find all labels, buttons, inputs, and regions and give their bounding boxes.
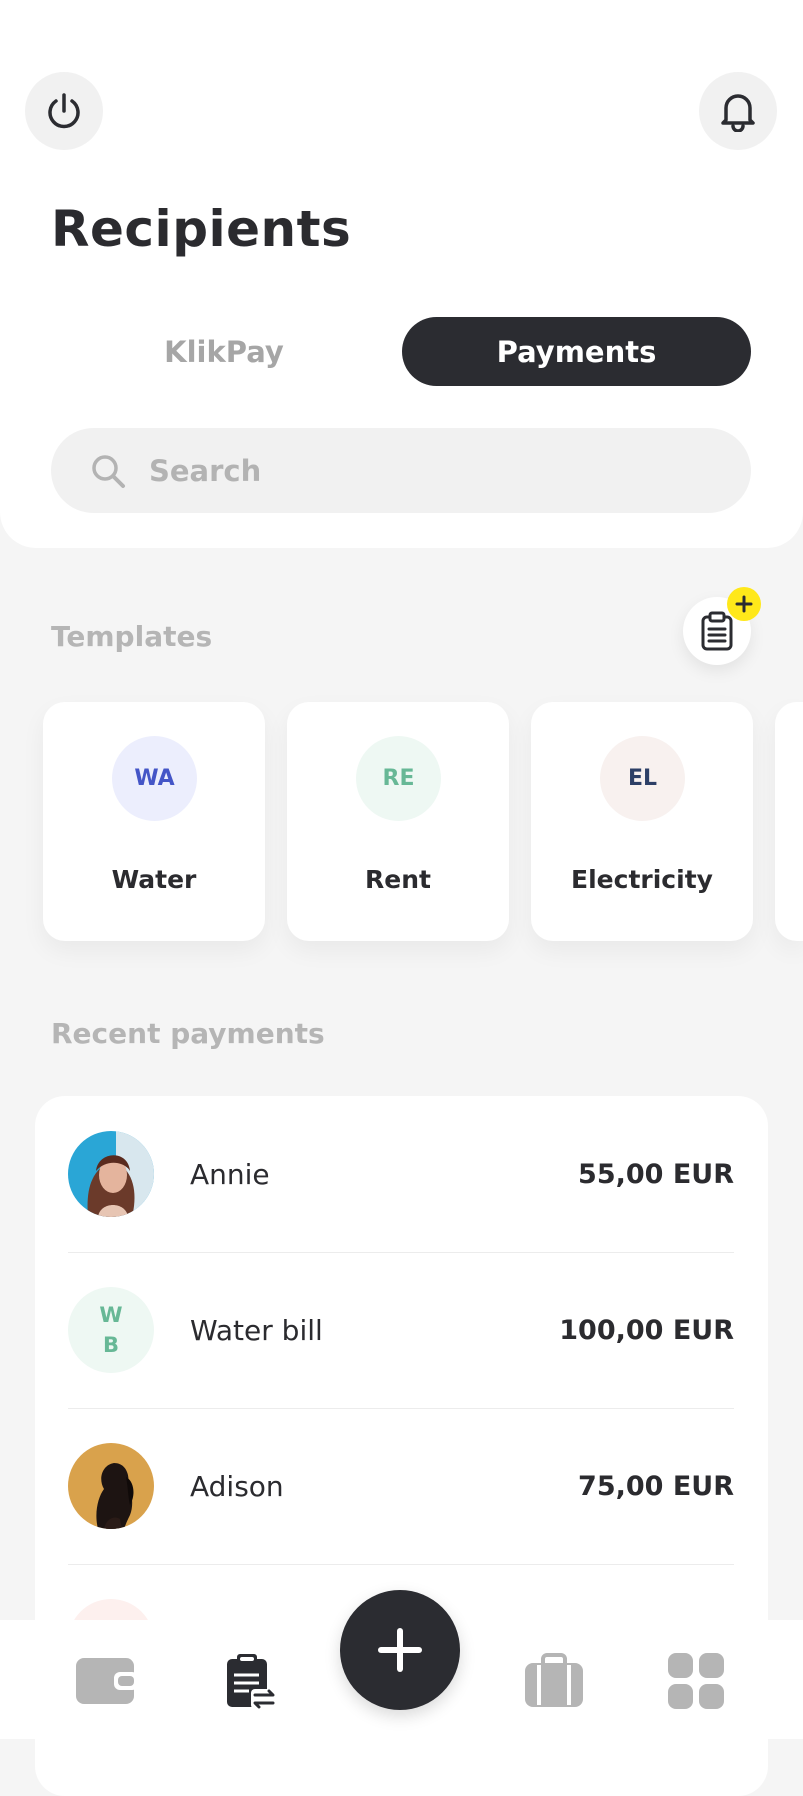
avatar-initial: W bbox=[99, 1303, 123, 1327]
template-avatar: WA bbox=[112, 736, 197, 821]
add-template-button[interactable] bbox=[683, 587, 761, 665]
payment-amount: 55,00 EUR bbox=[578, 1158, 734, 1190]
plus-badge bbox=[727, 587, 761, 621]
add-icon bbox=[378, 1628, 422, 1672]
payment-amount: 100,00 EUR bbox=[559, 1314, 734, 1346]
tab-klikpay[interactable]: KlikPay bbox=[52, 317, 396, 386]
avatar-initial: B bbox=[102, 1333, 119, 1357]
templates-title: Templates bbox=[51, 620, 213, 653]
recipient-name: Annie bbox=[190, 1157, 270, 1191]
payment-row-annie[interactable]: Annie 55,00 EUR bbox=[68, 1096, 734, 1253]
avatar bbox=[68, 1131, 154, 1217]
page-title: Recipients bbox=[51, 200, 352, 258]
power-icon bbox=[48, 93, 80, 129]
nav-briefcase[interactable] bbox=[519, 1646, 589, 1716]
payment-row-water-bill[interactable]: W B Water bill 100,00 EUR bbox=[68, 1252, 734, 1409]
template-card-electricity[interactable]: EL Electricity bbox=[531, 702, 753, 941]
payment-row-adison[interactable]: Adison 75,00 EUR bbox=[68, 1408, 734, 1565]
search-input[interactable] bbox=[147, 452, 711, 489]
tab-payments[interactable]: Payments bbox=[402, 317, 751, 386]
template-avatar: EL bbox=[600, 736, 685, 821]
clipboard-icon bbox=[701, 611, 733, 651]
nav-wallet[interactable] bbox=[72, 1646, 142, 1716]
template-avatar: RE bbox=[356, 736, 441, 821]
template-card-water[interactable]: WA Water bbox=[43, 702, 265, 941]
power-button[interactable] bbox=[25, 72, 103, 150]
avatar bbox=[68, 1443, 154, 1529]
template-label: Electricity bbox=[571, 865, 713, 894]
nav-more[interactable] bbox=[661, 1646, 731, 1716]
plus-icon bbox=[735, 595, 753, 613]
add-button[interactable] bbox=[340, 1590, 460, 1710]
search-icon bbox=[92, 454, 125, 488]
payment-amount: 75,00 EUR bbox=[578, 1470, 734, 1502]
briefcase-icon bbox=[525, 1653, 583, 1707]
template-card-partial[interactable] bbox=[775, 702, 803, 941]
annie-photo bbox=[68, 1131, 154, 1217]
template-label: Rent bbox=[365, 865, 431, 894]
wallet-icon bbox=[76, 1658, 138, 1704]
search-bar[interactable] bbox=[51, 428, 751, 513]
recipient-name: Water bill bbox=[190, 1313, 323, 1347]
adison-photo bbox=[68, 1443, 154, 1529]
payments-icon bbox=[227, 1654, 277, 1709]
bell-icon bbox=[721, 94, 755, 132]
notifications-button[interactable] bbox=[699, 72, 777, 150]
avatar: W B bbox=[68, 1287, 154, 1373]
recipient-name: Adison bbox=[190, 1469, 284, 1503]
template-label: Water bbox=[111, 865, 197, 894]
template-card-rent[interactable]: RE Rent bbox=[287, 702, 509, 941]
recent-payments-title: Recent payments bbox=[51, 1017, 325, 1050]
grid-icon bbox=[668, 1653, 724, 1709]
nav-payments[interactable] bbox=[214, 1646, 284, 1716]
